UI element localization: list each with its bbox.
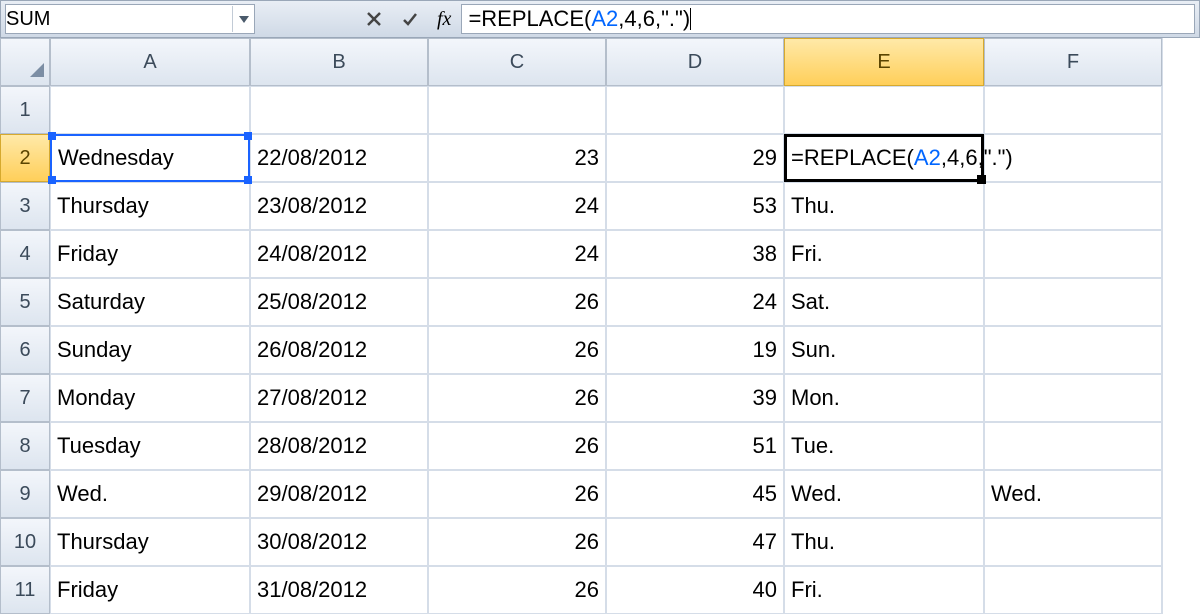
cell-D4[interactable]: 38 (606, 230, 784, 278)
cancel-button[interactable] (361, 6, 387, 32)
cell-F1[interactable] (984, 86, 1162, 134)
cell-C7[interactable]: 26 (428, 374, 606, 422)
cell-D3[interactable]: 53 (606, 182, 784, 230)
row-header-6[interactable]: 6 (0, 326, 50, 374)
cell-B11[interactable]: 31/08/2012 (250, 566, 428, 614)
cell-D10[interactable]: 47 (606, 518, 784, 566)
cell-D1[interactable] (606, 86, 784, 134)
formula-input[interactable]: =REPLACE(A2,4,6,".") (461, 4, 1195, 34)
cell-E3[interactable]: Thu. (784, 182, 984, 230)
cell-D8[interactable]: 51 (606, 422, 784, 470)
column-header-B[interactable]: B (250, 38, 428, 86)
cell-D5[interactable]: 24 (606, 278, 784, 326)
cell-D11[interactable]: 40 (606, 566, 784, 614)
row-header-8[interactable]: 8 (0, 422, 50, 470)
row-header-10[interactable]: 10 (0, 518, 50, 566)
row-header-3[interactable]: 3 (0, 182, 50, 230)
cell-C6[interactable]: 26 (428, 326, 606, 374)
cell-C1[interactable] (428, 86, 606, 134)
cell-B7[interactable]: 27/08/2012 (250, 374, 428, 422)
cell-F3[interactable] (984, 182, 1162, 230)
cell-A2[interactable]: Wednesday (50, 134, 250, 182)
cancel-icon (365, 10, 383, 28)
cell-C3[interactable]: 24 (428, 182, 606, 230)
row-header-1[interactable]: 1 (0, 86, 50, 134)
cell-C10[interactable]: 26 (428, 518, 606, 566)
cell-E2[interactable]: =REPLACE(A2,4,6,".") (784, 134, 984, 182)
cell-C5[interactable]: 26 (428, 278, 606, 326)
cell-F6[interactable] (984, 326, 1162, 374)
cell-E6[interactable]: Sun. (784, 326, 984, 374)
cell-A6[interactable]: Sunday (50, 326, 250, 374)
formula-bar: SUM fx =REPLACE(A2,4,6,".") (0, 0, 1200, 38)
cell-A9[interactable]: Wed. (50, 470, 250, 518)
cell-D7[interactable]: 39 (606, 374, 784, 422)
row-header-7[interactable]: 7 (0, 374, 50, 422)
enter-icon (401, 10, 419, 28)
cell-E11[interactable]: Fri. (784, 566, 984, 614)
cell-F8[interactable] (984, 422, 1162, 470)
cell-B5[interactable]: 25/08/2012 (250, 278, 428, 326)
formula-bar-buttons: fx (355, 6, 461, 32)
column-header-D[interactable]: D (606, 38, 784, 86)
cell-C2[interactable]: 23 (428, 134, 606, 182)
cell-A10[interactable]: Thursday (50, 518, 250, 566)
enter-button[interactable] (397, 6, 423, 32)
row-header-11[interactable]: 11 (0, 566, 50, 614)
cell-E10[interactable]: Thu. (784, 518, 984, 566)
cell-C8[interactable]: 26 (428, 422, 606, 470)
cell-B1[interactable] (250, 86, 428, 134)
cell-C4[interactable]: 24 (428, 230, 606, 278)
cell-E1[interactable] (784, 86, 984, 134)
cell-B6[interactable]: 26/08/2012 (250, 326, 428, 374)
row-header-2[interactable]: 2 (0, 134, 50, 182)
cell-B8[interactable]: 28/08/2012 (250, 422, 428, 470)
cell-E4[interactable]: Fri. (784, 230, 984, 278)
column-header-F[interactable]: F (984, 38, 1162, 86)
fx-button[interactable]: fx (433, 8, 455, 31)
name-box[interactable]: SUM (5, 4, 255, 34)
row-header-5[interactable]: 5 (0, 278, 50, 326)
cell-D2[interactable]: 29 (606, 134, 784, 182)
spreadsheet-grid: ABCDEF 12Wednesday22/08/20122329=REPLACE(… (0, 38, 1200, 614)
cell-B3[interactable]: 23/08/2012 (250, 182, 428, 230)
cell-B10[interactable]: 30/08/2012 (250, 518, 428, 566)
row-header-9[interactable]: 9 (0, 470, 50, 518)
column-header-E[interactable]: E (784, 38, 984, 86)
cell-A3[interactable]: Thursday (50, 182, 250, 230)
cell-E7[interactable]: Mon. (784, 374, 984, 422)
column-header-C[interactable]: C (428, 38, 606, 86)
cell-F10[interactable] (984, 518, 1162, 566)
cell-C9[interactable]: 26 (428, 470, 606, 518)
row-header-4[interactable]: 4 (0, 230, 50, 278)
cell-B2[interactable]: 22/08/2012 (250, 134, 428, 182)
cell-A4[interactable]: Friday (50, 230, 250, 278)
cell-F4[interactable] (984, 230, 1162, 278)
cell-E9[interactable]: Wed. (784, 470, 984, 518)
cell-F7[interactable] (984, 374, 1162, 422)
cell-A1[interactable] (50, 86, 250, 134)
cell-A7[interactable]: Monday (50, 374, 250, 422)
cell-D6[interactable]: 19 (606, 326, 784, 374)
cell-A5[interactable]: Saturday (50, 278, 250, 326)
cell-F11[interactable] (984, 566, 1162, 614)
cell-B4[interactable]: 24/08/2012 (250, 230, 428, 278)
cell-C11[interactable]: 26 (428, 566, 606, 614)
cell-D9[interactable]: 45 (606, 470, 784, 518)
cell-B9[interactable]: 29/08/2012 (250, 470, 428, 518)
cell-A8[interactable]: Tuesday (50, 422, 250, 470)
cell-F9[interactable]: Wed. (984, 470, 1162, 518)
name-box-dropdown-icon[interactable] (232, 6, 254, 32)
cell-E8[interactable]: Tue. (784, 422, 984, 470)
column-header-A[interactable]: A (50, 38, 250, 86)
cell-A11[interactable]: Friday (50, 566, 250, 614)
cell-E5[interactable]: Sat. (784, 278, 984, 326)
cell-F5[interactable] (984, 278, 1162, 326)
select-all-corner[interactable] (0, 38, 50, 86)
name-box-value: SUM (6, 8, 50, 31)
